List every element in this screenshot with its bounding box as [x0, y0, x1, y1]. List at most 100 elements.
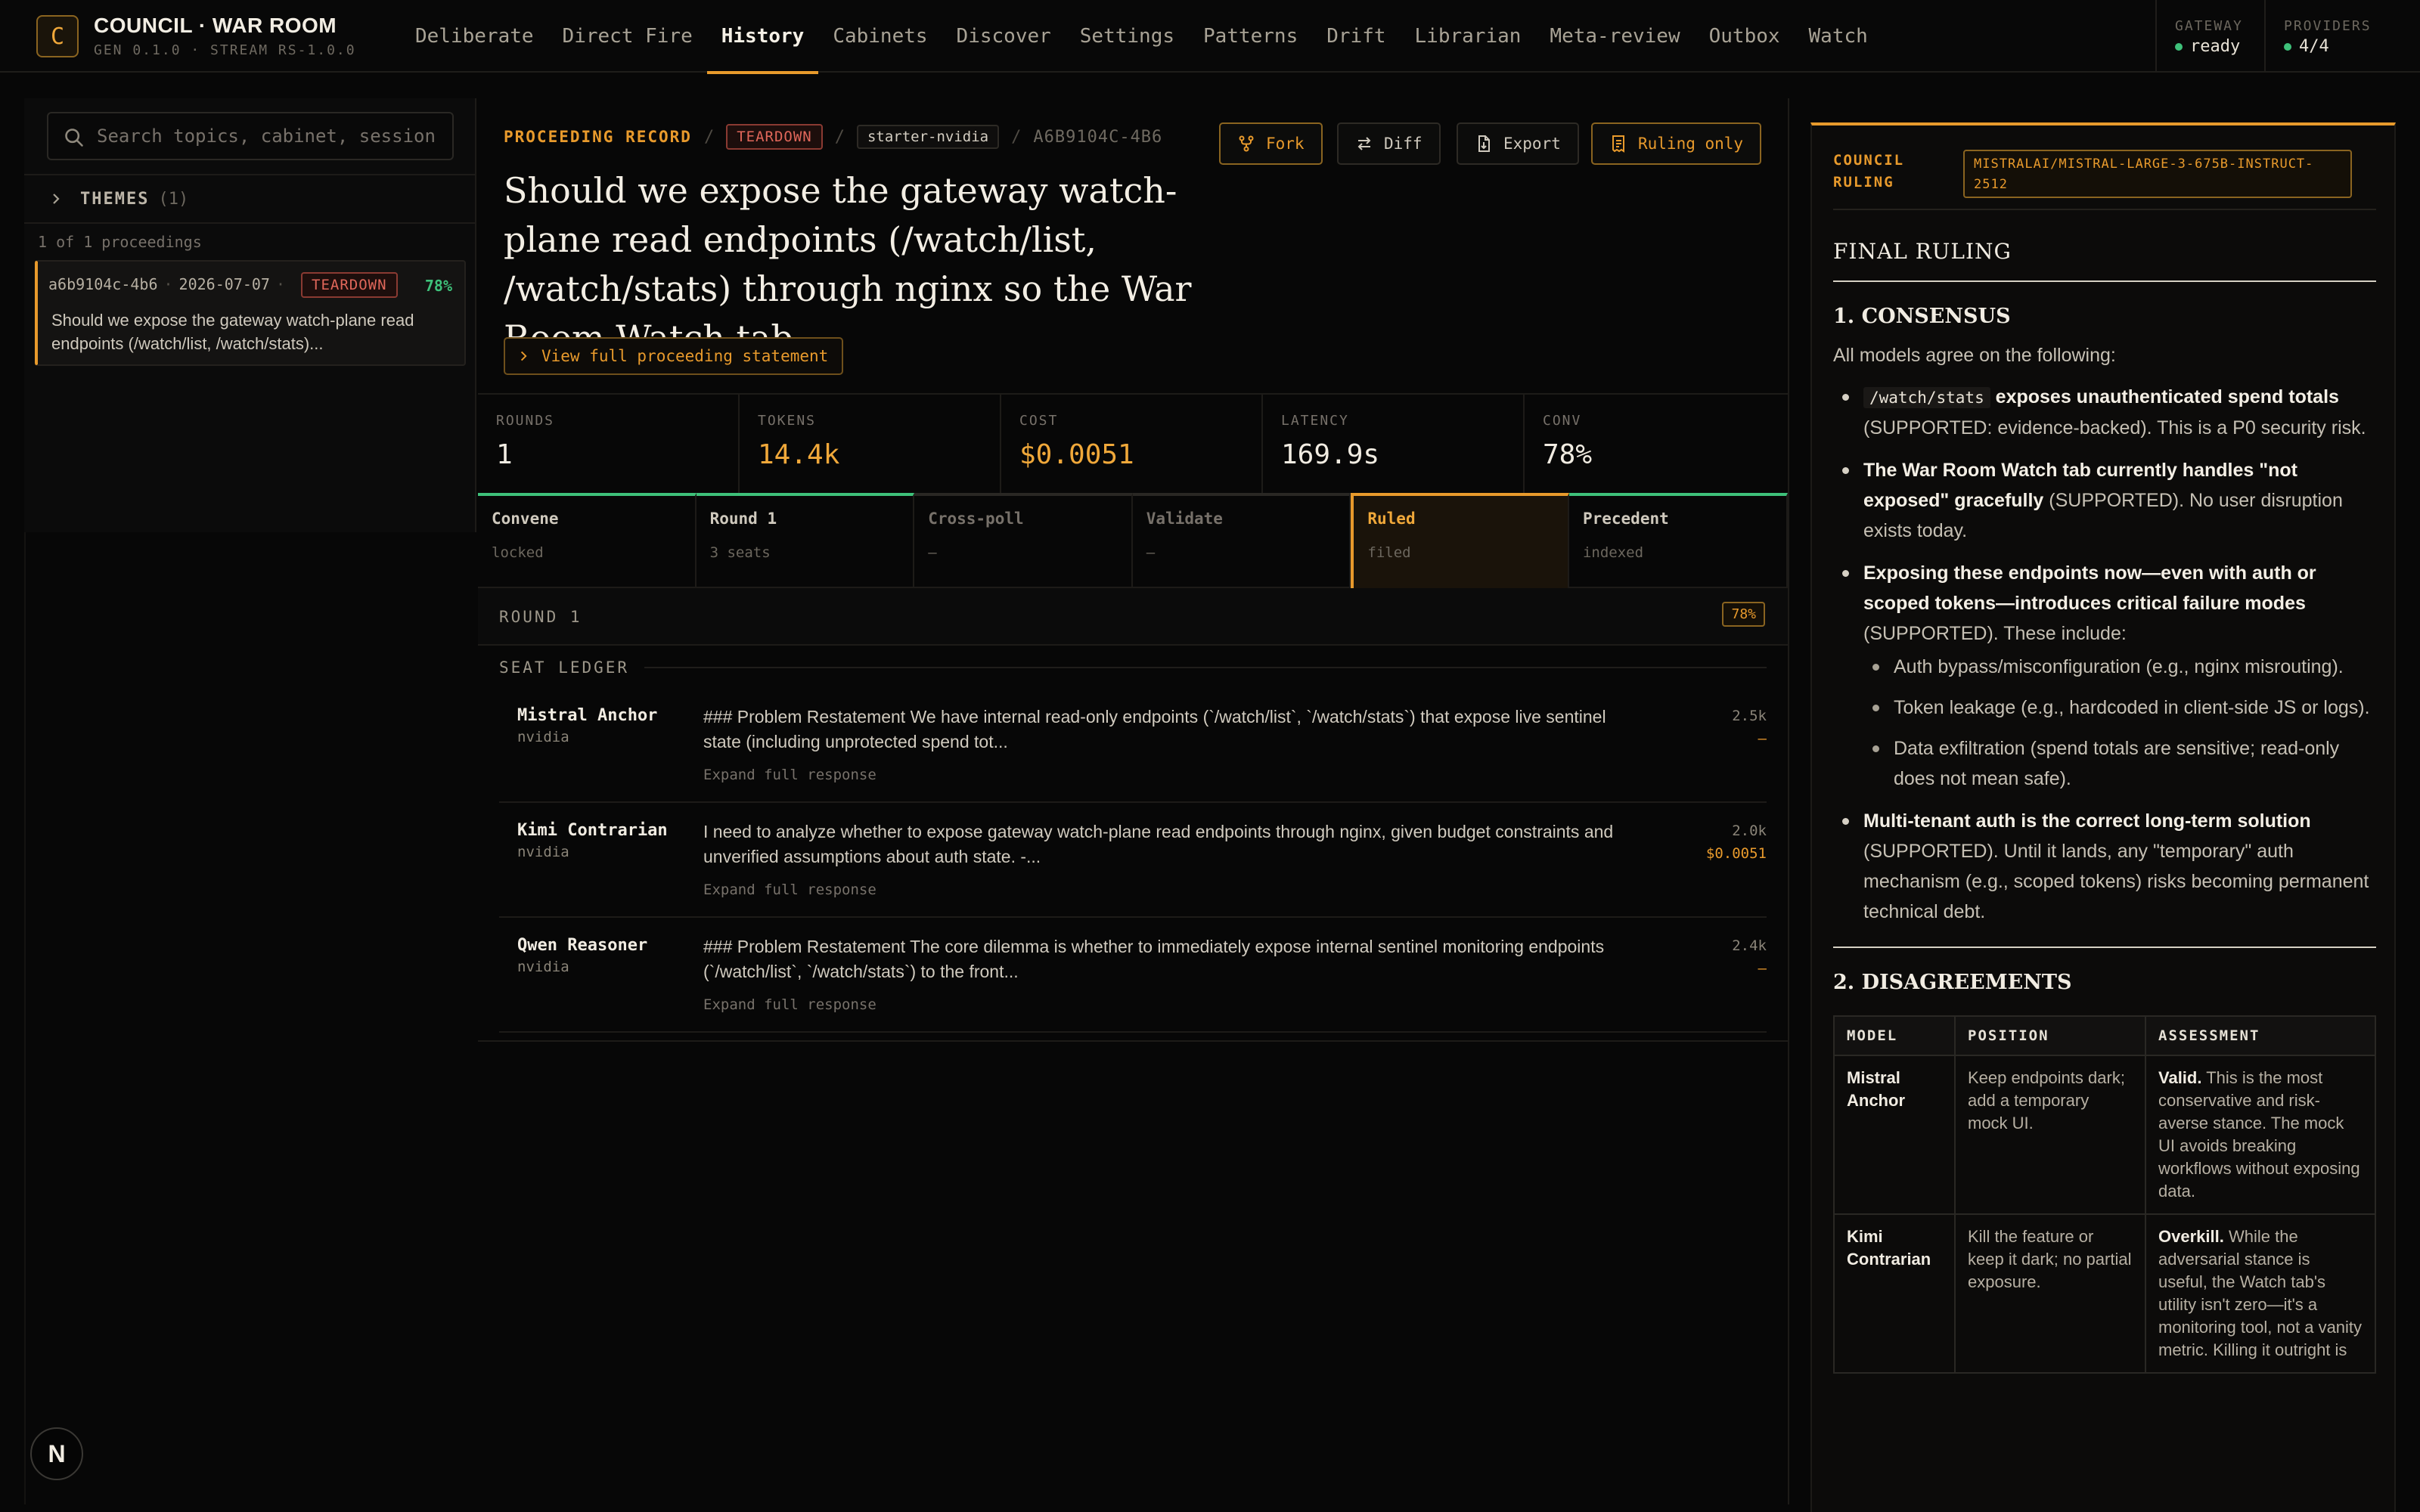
proceedings-sidebar: THEMES (1) 1 of 1 proceedings a6b9104c-4… [24, 98, 476, 532]
expand-response-link[interactable]: Expand full response [703, 767, 876, 783]
receipt-icon [1612, 135, 1624, 153]
fork-label: Fork [1266, 135, 1305, 153]
seat-response: ### Problem Restatement The core dilemma… [703, 937, 1605, 981]
seat-row: Qwen Reasoner nvidia ### Problem Restate… [499, 918, 1767, 1033]
teardown-badge: TEARDOWN [301, 272, 398, 298]
proceeding-id: a6b9104c-4b6 [48, 275, 158, 293]
stage-convene[interactable]: Convene locked [478, 493, 697, 588]
chevron-right-icon [53, 194, 60, 204]
nav-patterns[interactable]: Patterns [1189, 0, 1312, 73]
ruling-only-label: Ruling only [1638, 135, 1744, 153]
seat-ledger-title: SEAT LEDGER [499, 658, 630, 677]
providers-value: 4/4 [2299, 37, 2329, 56]
stat-tokens: TOKENS 14.4k [740, 395, 1001, 493]
nav-discover[interactable]: Discover [942, 0, 1066, 73]
stage-tracker: Convene locked Round 1 3 seats Cross-pol… [478, 493, 1788, 588]
final-ruling-heading: FINAL RULING [1833, 239, 2376, 282]
consensus-heading: 1. CONSENSUS [1833, 305, 2011, 328]
main-nav: Deliberate Direct Fire History Cabinets … [401, 0, 1882, 74]
next-dev-indicator[interactable]: N [30, 1427, 83, 1480]
record-header: PROCEEDING RECORD / TEARDOWN / starter-n… [478, 98, 1788, 395]
consensus-intro: All models agree on the following: [1833, 345, 2116, 366]
list-item: Token leakage (e.g., hardcoded in client… [1863, 692, 2376, 723]
list-item: Auth bypass/misconfiguration (e.g., ngin… [1863, 652, 2376, 682]
stage-precedent[interactable]: Precedent indexed [1568, 493, 1788, 588]
stage-ruled[interactable]: Ruled filed [1351, 493, 1569, 588]
seat-cost: — [1758, 960, 1767, 977]
nav-outbox[interactable]: Outbox [1695, 0, 1795, 73]
council-ruling-panel: COUNCIL RULING MISTRALAI/MISTRAL-LARGE-3… [1810, 122, 2396, 1512]
providers-ok-icon [2284, 43, 2291, 51]
nav-watch[interactable]: Watch [1795, 0, 1882, 73]
cabinet-chip[interactable]: starter-nvidia [856, 125, 1000, 149]
providers-status: PROVIDERS 4/4 [2264, 0, 2420, 73]
seat-tokens: 2.0k [1732, 823, 1767, 839]
round-header[interactable]: ROUND 1 78% [478, 588, 1788, 646]
seat-row: Kimi Contrarian nvidia I need to analyze… [499, 803, 1767, 918]
seat-cost: — [1758, 730, 1767, 747]
list-item: /watch/stats exposes unauthenticated spe… [1833, 382, 2376, 443]
export-button[interactable]: Export [1457, 122, 1579, 165]
seat-provider: nvidia [517, 959, 569, 975]
export-label: Export [1503, 135, 1561, 153]
nav-drift[interactable]: Drift [1312, 0, 1400, 73]
proceeding-summary: Should we expose the gateway watch-plane… [51, 311, 414, 353]
list-item: Data exfiltration (spend totals are sens… [1863, 733, 2376, 794]
record-id: A6B9104C-4B6 [1033, 127, 1163, 147]
nav-history[interactable]: History [706, 0, 819, 74]
seat-response: ### Problem Restatement We have internal… [703, 707, 1606, 751]
stage-cross-poll[interactable]: Cross-poll — [914, 493, 1133, 588]
proceedings-count: 1 of 1 proceedings [38, 233, 202, 251]
proceeding-card[interactable]: a6b9104c-4b6 · 2026-07-07 · TEARDOWN 78% Sh… [35, 260, 466, 366]
file-download-icon [1478, 135, 1490, 152]
nav-meta-review[interactable]: Meta-review [1535, 0, 1694, 73]
nav-deliberate[interactable]: Deliberate [401, 0, 548, 73]
search-icon [65, 129, 83, 147]
seat-response: I need to analyze whether to expose gate… [703, 822, 1614, 866]
divider [644, 667, 1767, 668]
fork-button[interactable]: Fork [1219, 122, 1323, 165]
table-row: Mistral Anchor Keep endpoints dark; add … [1833, 1055, 2376, 1215]
seat-name: Qwen Reasoner [517, 936, 648, 955]
stage-round-1[interactable]: Round 1 3 seats [696, 493, 915, 588]
sidebar-frame [24, 532, 26, 1504]
expand-response-link[interactable]: Expand full response [703, 881, 876, 898]
app-title: COUNCIL · WAR ROOM [94, 14, 337, 37]
diff-label: Diff [1384, 135, 1423, 153]
round-convergence-badge: 78% [1722, 602, 1765, 627]
nav-direct-fire[interactable]: Direct Fire [548, 0, 707, 73]
stat-convergence: CONV 78% [1543, 413, 1593, 470]
table-row: Kimi Contrarian Kill the feature or keep… [1833, 1213, 2376, 1374]
fork-icon [1239, 135, 1254, 152]
providers-label: PROVIDERS [2284, 18, 2372, 34]
proceeding-convergence: 78% [424, 277, 452, 295]
seat-provider: nvidia [517, 729, 569, 745]
gateway-status: GATEWAY ready [2155, 0, 2264, 73]
seat-row: Mistral Anchor nvidia ### Problem Restat… [499, 688, 1767, 803]
stat-rounds: ROUNDS 1 [478, 395, 740, 493]
nav-cabinets[interactable]: Cabinets [818, 0, 942, 73]
disagreements-table: MODEL POSITION ASSESSMENT Mistral Anchor… [1833, 1015, 2376, 1374]
expand-response-link[interactable]: Expand full response [703, 996, 876, 1013]
seat-name: Mistral Anchor [517, 706, 658, 725]
ruling-body: FINAL RULING 1. CONSENSUS All models agr… [1833, 239, 2376, 1374]
themes-count: (1) [158, 189, 189, 209]
stats-row: ROUNDS 1 TOKENS 14.4k COST $0.0051 LATEN… [478, 395, 1788, 493]
nav-librarian[interactable]: Librarian [1401, 0, 1536, 73]
view-full-statement-button[interactable]: View full proceeding statement [504, 337, 844, 375]
ruling-only-button[interactable]: Ruling only [1591, 122, 1762, 165]
themes-label: THEMES [80, 189, 150, 209]
proceeding-record: PROCEEDING RECORD / TEARDOWN / starter-n… [478, 98, 1788, 1504]
top-bar: C COUNCIL · WAR ROOM GEN 0.1.0 · STREAM … [0, 0, 2420, 74]
breadcrumb: PROCEEDING RECORD / TEARDOWN / starter-n… [504, 124, 1162, 150]
search-input[interactable] [97, 121, 445, 151]
record-teardown-badge: TEARDOWN [726, 124, 823, 150]
stage-validate[interactable]: Validate — [1132, 493, 1351, 588]
divider [478, 1040, 1788, 1042]
nav-settings[interactable]: Settings [1066, 0, 1189, 73]
ruling-kicker: COUNCIL RULING [1833, 152, 1905, 191]
themes-toggle[interactable]: THEMES (1) [24, 174, 476, 224]
app-logo: C [36, 15, 79, 57]
diff-button[interactable]: Diff [1337, 122, 1441, 165]
seat-name: Kimi Contrarian [517, 821, 668, 840]
